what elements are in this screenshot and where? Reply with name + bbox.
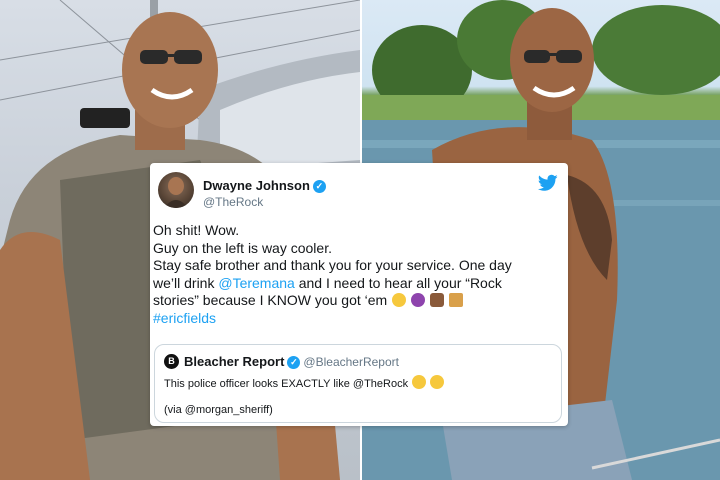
quoted-verified-badge-icon: ✓ — [287, 356, 301, 370]
teremana-mention-link[interactable]: @Teremana — [218, 275, 294, 291]
tweet-line-4: we’ll drink @Teremana and I need to hear… — [153, 275, 563, 293]
quoted-tweet-text: This police officer looks EXACTLY like @… — [164, 375, 445, 390]
devil-emoji-icon — [410, 293, 425, 307]
author-avatar[interactable] — [158, 172, 194, 208]
avatar-image — [164, 177, 188, 208]
tweet-line-4-start: we’ll drink — [153, 274, 219, 291]
whiskey-glass-emoji-icon — [448, 293, 463, 307]
flushed-emoji-icon — [412, 375, 427, 389]
tweet-line-5-text: stories” because I KNOW you got ‘em — [153, 292, 388, 308]
tweet-line-1: Oh shit! Wow. — [153, 222, 240, 238]
tweet-line-3: Stay safe brother and thank you for your… — [153, 257, 512, 273]
bleacher-report-logo-icon: B — [164, 354, 179, 369]
twitter-bird-icon[interactable] — [538, 174, 558, 192]
fist-emoji-icon — [429, 293, 444, 307]
author-name-text: Dwayne Johnson — [203, 178, 310, 193]
quoted-tweet-text-body: This police officer looks EXACTLY like @… — [164, 378, 409, 390]
quoted-author-name: Bleacher Report — [184, 354, 285, 369]
tweet-line-2: Guy on the left is way cooler. — [153, 239, 332, 256]
laughing-emoji-icon — [430, 375, 445, 389]
quoted-tweet-via: (via @morgan_sheriff) — [164, 404, 273, 416]
ericfields-hashtag-link[interactable]: #ericfields — [153, 310, 563, 328]
verified-badge-icon: ✓ — [312, 180, 326, 194]
tweet-line-4-end: and I need to hear all your “Rock — [294, 274, 502, 291]
quoted-author[interactable]: Bleacher Report ✓ @BleacherReport — [184, 354, 399, 370]
author-handle[interactable]: @TheRock — [203, 195, 263, 209]
tweet-body: Oh shit! Wow. Guy on the left is way coo… — [153, 222, 563, 327]
tweet-card[interactable]: Dwayne Johnson ✓ @TheRock Oh shit! Wow. G… — [150, 163, 568, 426]
author-name[interactable]: Dwayne Johnson ✓ — [203, 178, 326, 194]
tweet-line-5: stories” because I KNOW you got ‘em — [153, 292, 563, 310]
quoted-tweet[interactable]: B Bleacher Report ✓ @BleacherReport This p… — [154, 344, 562, 423]
quoted-author-handle: @BleacherReport — [303, 355, 399, 369]
laughing-emoji-icon — [392, 293, 407, 307]
